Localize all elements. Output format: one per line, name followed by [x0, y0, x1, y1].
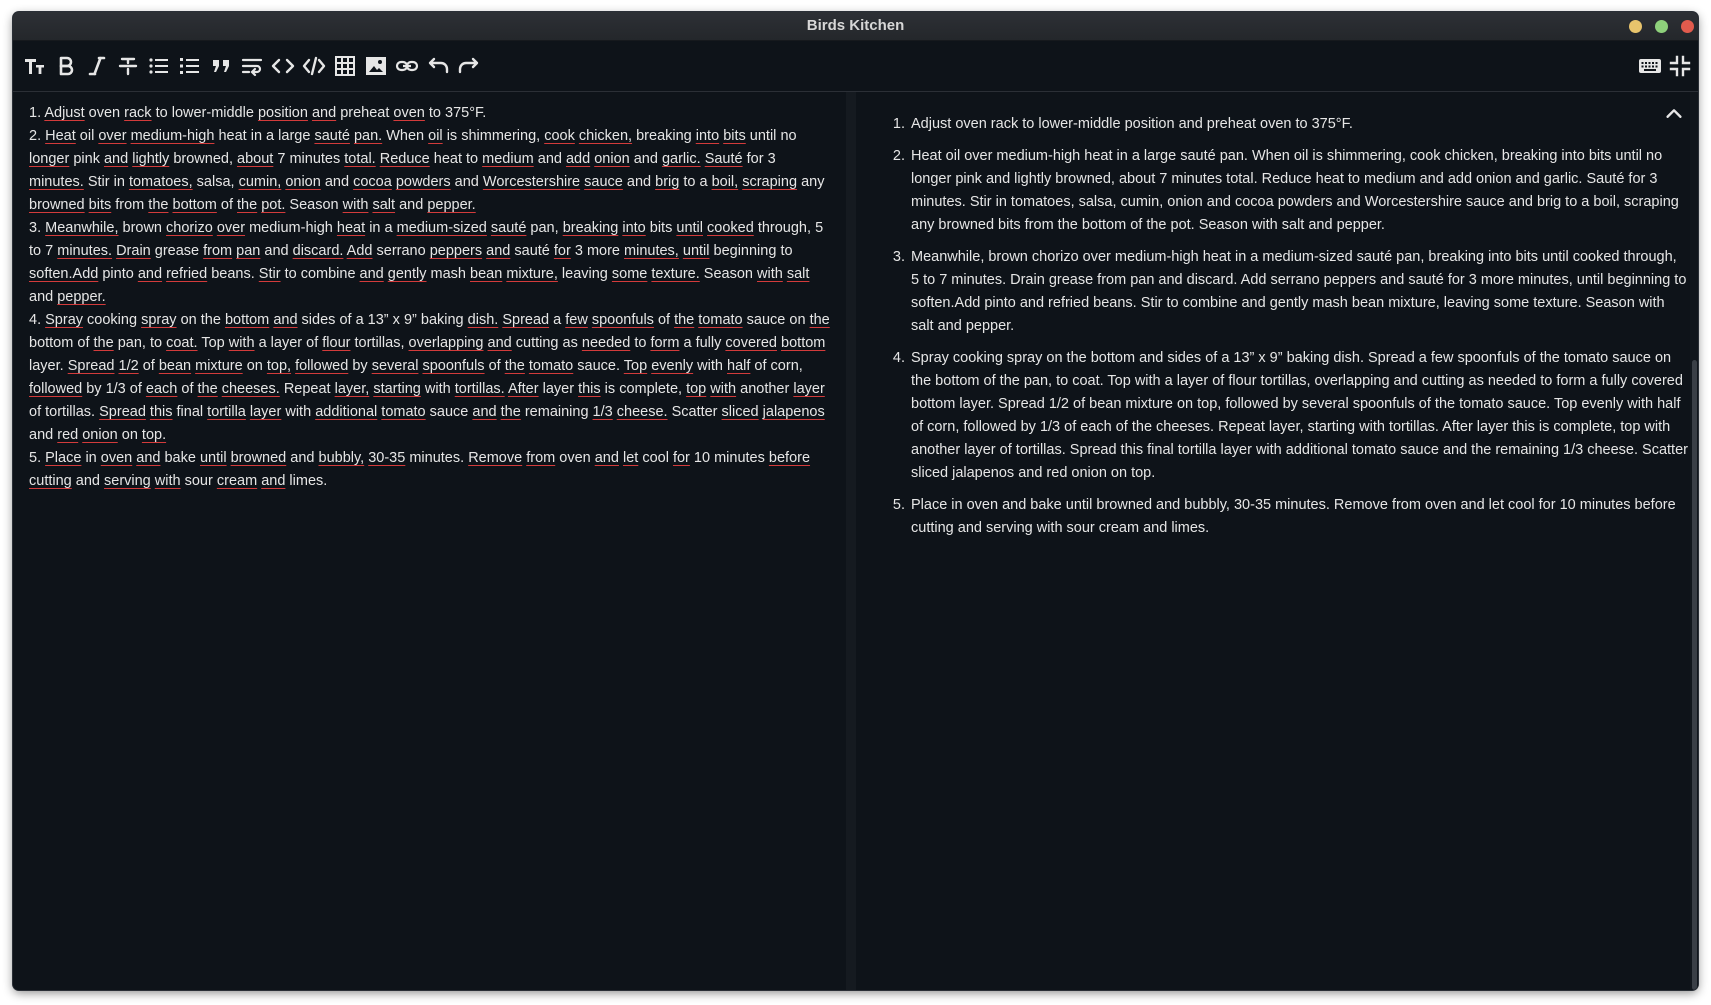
- quote-icon[interactable]: [206, 51, 236, 81]
- bold-icon[interactable]: [51, 51, 81, 81]
- editor-line[interactable]: 5. Place in oven and bake until browned …: [29, 447, 831, 493]
- scrollbar-thumb[interactable]: [1692, 360, 1697, 990]
- title-bar[interactable]: Birds Kitchen: [13, 12, 1698, 41]
- text-size-icon[interactable]: [19, 51, 49, 81]
- code-icon[interactable]: [268, 51, 298, 81]
- editor-line[interactable]: 2. Heat oil over medium-high heat in a l…: [29, 125, 831, 217]
- maximize-button[interactable]: [1655, 20, 1668, 33]
- list-item: Heat oil over medium-high heat in a larg…: [909, 145, 1688, 237]
- window-title: Birds Kitchen: [806, 17, 905, 34]
- wrap-icon[interactable]: [237, 51, 267, 81]
- pane-divider[interactable]: [846, 92, 856, 990]
- list-item: Adjust oven rack to lower-middle positio…: [909, 113, 1688, 136]
- editor-line[interactable]: 3. Meanwhile, brown chorizo over medium-…: [29, 217, 831, 309]
- minimize-button[interactable]: [1629, 20, 1642, 33]
- scrollbar[interactable]: [1690, 92, 1698, 990]
- numbered-list-icon[interactable]: [175, 51, 205, 81]
- editor-line[interactable]: 4. Spray cooking spray on the bottom and…: [29, 309, 831, 447]
- list-item: Meanwhile, brown chorizo over medium-hig…: [909, 246, 1688, 338]
- formatting-toolbar: [13, 41, 1698, 92]
- redo-icon[interactable]: [454, 51, 484, 81]
- code-block-icon[interactable]: [299, 51, 329, 81]
- list-item: Place in oven and bake until browned and…: [909, 494, 1688, 540]
- exit-fullscreen-icon[interactable]: [1665, 51, 1695, 81]
- keyboard-icon[interactable]: [1635, 51, 1665, 81]
- editor-content[interactable]: 1. Adjust oven rack to lower-middle posi…: [13, 92, 846, 493]
- italic-icon[interactable]: [82, 51, 112, 81]
- chevron-up-icon[interactable]: [1662, 102, 1686, 126]
- markdown-preview: Adjust oven rack to lower-middle positio…: [856, 92, 1698, 990]
- bullet-list-icon[interactable]: [144, 51, 174, 81]
- image-icon[interactable]: [361, 51, 391, 81]
- list-item: Spray cooking spray on the bottom and si…: [909, 347, 1688, 485]
- preview-list: Adjust oven rack to lower-middle positio…: [856, 92, 1698, 540]
- link-icon[interactable]: [392, 51, 422, 81]
- table-icon[interactable]: [330, 51, 360, 81]
- close-button[interactable]: [1681, 20, 1694, 33]
- app-window: Birds Kitchen 1. Adjust oven rack to low…: [13, 12, 1698, 990]
- markdown-editor[interactable]: 1. Adjust oven rack to lower-middle posi…: [13, 92, 846, 990]
- undo-icon[interactable]: [423, 51, 453, 81]
- strikethrough-icon[interactable]: [113, 51, 143, 81]
- editor-line[interactable]: 1. Adjust oven rack to lower-middle posi…: [29, 102, 831, 125]
